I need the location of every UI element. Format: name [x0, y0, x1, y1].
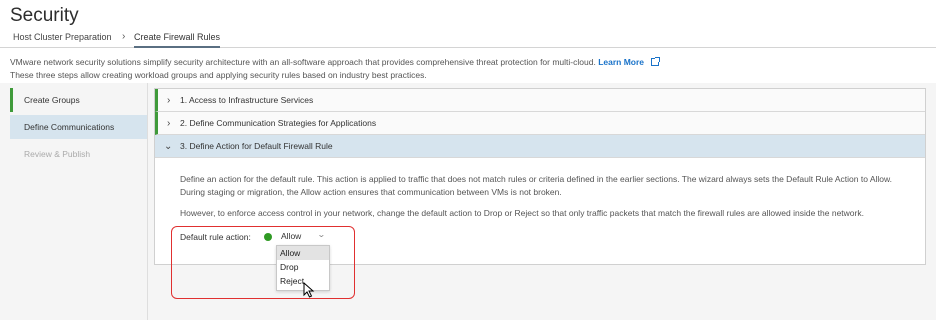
mouse-pointer-icon	[303, 282, 315, 298]
accordion-header-infrastructure[interactable]: › 1. Access to Infrastructure Services	[155, 89, 925, 112]
step-review-publish: Review & Publish	[24, 149, 91, 159]
accordion-body-default-rule: Define an action for the default rule. T…	[155, 158, 925, 220]
accordion-header-default-rule[interactable]: ⌄ 3. Define Action for Default Firewall …	[155, 135, 925, 158]
step-define-communications[interactable]: Define Communications	[10, 115, 148, 139]
intro-text: VMware network security solutions simpli…	[10, 57, 596, 67]
accordion-header-label: 1. Access to Infrastructure Services	[180, 95, 314, 105]
wizard-steps: Create Groups Define Communications Revi…	[10, 88, 148, 169]
chevron-right-icon: ›	[167, 118, 171, 129]
chevron-right-icon: ›	[122, 31, 126, 42]
step-create-groups[interactable]: Create Groups	[10, 88, 148, 112]
annotation-highlight	[171, 226, 355, 299]
steps-divider	[147, 83, 148, 320]
accordion-header-label: 3. Define Action for Default Firewall Ru…	[180, 141, 333, 151]
section-description: Define an action for the default rule. T…	[180, 173, 925, 199]
tab-create-firewall-rules[interactable]: Create Firewall Rules	[134, 32, 221, 48]
tab-bar: Host Cluster Preparation › Create Firewa…	[0, 30, 936, 48]
chevron-right-icon: ›	[167, 95, 171, 106]
learn-more-link[interactable]: Learn More	[598, 57, 644, 67]
external-link-icon[interactable]	[651, 57, 661, 66]
description-line-2: During staging or migration, the Allow a…	[180, 187, 562, 197]
section-note: However, to enforce access control in yo…	[180, 208, 864, 218]
tab-host-cluster-preparation[interactable]: Host Cluster Preparation	[13, 32, 112, 48]
accordion-header-label: 2. Define Communication Strategies for A…	[180, 118, 377, 128]
intro-steps-text: These three steps allow creating workloa…	[10, 70, 427, 80]
accordion-header-communication-strategies[interactable]: › 2. Define Communication Strategies for…	[155, 112, 925, 135]
chevron-down-icon: ⌄	[164, 141, 173, 152]
description-line-1: Define an action for the default rule. T…	[180, 174, 893, 184]
page-title: Security	[10, 5, 79, 26]
intro-description: VMware network security solutions simpli…	[10, 57, 661, 67]
